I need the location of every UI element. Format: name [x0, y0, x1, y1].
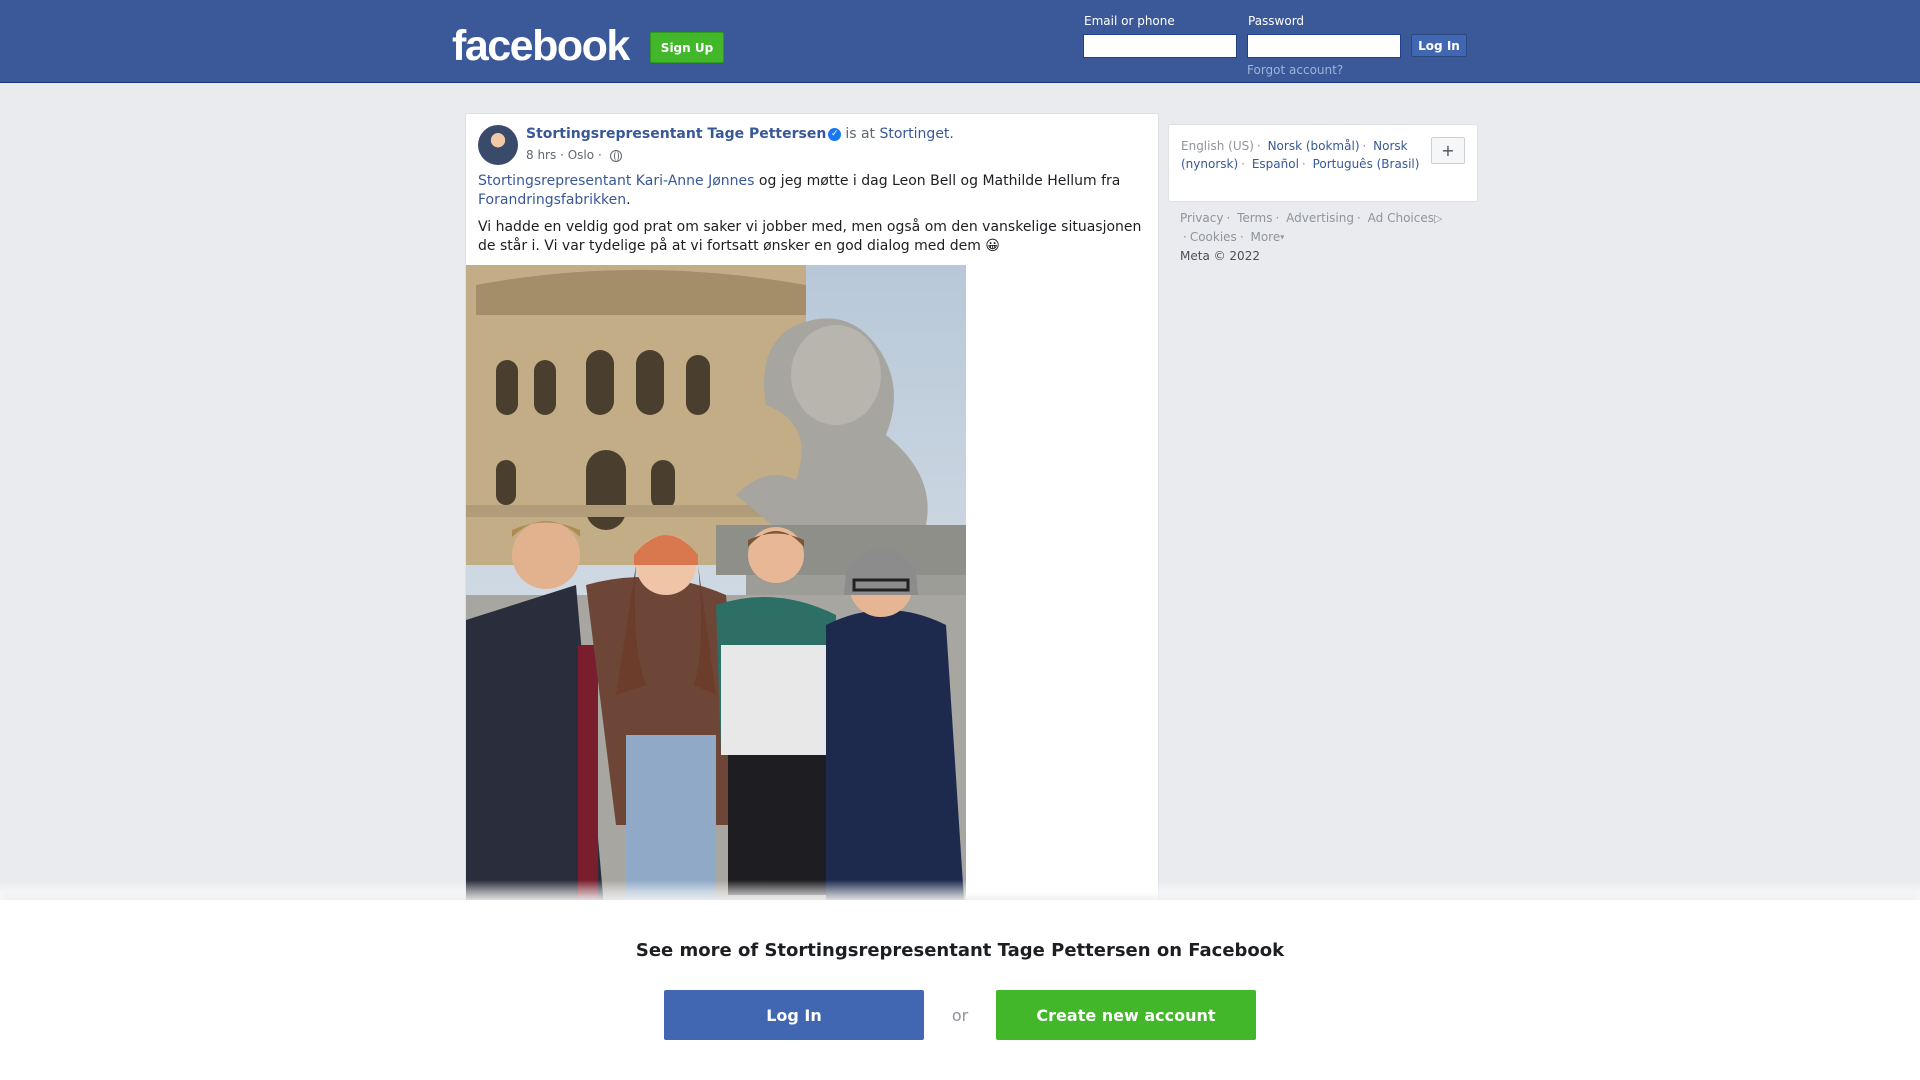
- email-field[interactable]: [1083, 34, 1237, 58]
- group-photo-image: [466, 265, 966, 930]
- footer-link-privacy[interactable]: Privacy: [1180, 211, 1223, 225]
- footer-links: Privacy · Terms · Advertising · Ad Choices▷…: [1180, 211, 1443, 263]
- meta-separator: ·: [560, 148, 564, 162]
- password-field[interactable]: [1247, 34, 1401, 58]
- copyright-text: Meta © 2022: [1180, 248, 1260, 263]
- post-timestamp[interactable]: 8 hrs: [526, 148, 556, 162]
- create-account-button[interactable]: Create new account: [996, 990, 1256, 1040]
- forgot-account-link[interactable]: Forgot account?: [1247, 63, 1343, 77]
- content-fade-overlay: [0, 880, 1920, 900]
- language-option-portugues[interactable]: Português (Brasil): [1313, 157, 1420, 171]
- post-header: Stortingsrepresentant Tage Pettersen ✓ is …: [526, 126, 954, 142]
- ad-choices-icon: ▷: [1433, 212, 1443, 225]
- or-separator: or: [951, 1006, 969, 1025]
- post-text-paragraph-2: Vi hadde en veldig god prat om saker vi …: [478, 219, 1142, 254]
- sign-up-button[interactable]: Sign Up: [650, 32, 724, 63]
- organization-link[interactable]: Forandringsfabrikken: [478, 192, 626, 208]
- post-photo[interactable]: [466, 265, 966, 930]
- avatar[interactable]: [478, 125, 518, 165]
- mention-link[interactable]: Stortingsrepresentant Kari-Anne Jønnes: [478, 173, 754, 189]
- footer-link-ad-choices[interactable]: Ad Choices: [1368, 211, 1434, 225]
- email-label: Email or phone: [1084, 14, 1175, 28]
- footer-link-terms[interactable]: Terms: [1237, 211, 1272, 225]
- language-option-espanol[interactable]: Español: [1252, 157, 1299, 171]
- more-languages-button[interactable]: +: [1431, 137, 1465, 164]
- password-label: Password: [1248, 14, 1305, 28]
- post-place[interactable]: Oslo: [568, 148, 594, 162]
- caret-down-icon: ▾: [1280, 232, 1285, 242]
- footer-link-cookies[interactable]: Cookies: [1190, 230, 1237, 244]
- footer-link-more[interactable]: More: [1250, 230, 1280, 244]
- facebook-logo[interactable]: facebook: [452, 22, 630, 71]
- language-list: English (US) · Norsk (bokmål) · Norsk (nyn…: [1181, 139, 1420, 171]
- location-link[interactable]: Stortinget.: [879, 126, 953, 142]
- footer-link-advertising[interactable]: Advertising: [1286, 211, 1354, 225]
- login-prompt-bar: See more of Stortingsrepresentant Tage P…: [0, 900, 1920, 1080]
- author-name-link[interactable]: Stortingsrepresentant Tage Pettersen: [526, 126, 826, 142]
- login-button[interactable]: Log In: [664, 990, 924, 1040]
- post-text-paragraph-1: Stortingsrepresentant Kari-Anne Jønnes o…: [478, 172, 1143, 210]
- verified-badge-icon: ✓: [828, 127, 842, 141]
- language-current: English (US): [1181, 139, 1254, 153]
- post-meta: 8 hrs · Oslo ·: [526, 148, 622, 162]
- top-navigation-bar: facebook Sign Up Email or phone Password…: [0, 0, 1920, 83]
- language-selector-card: English (US) · Norsk (bokmål) · Norsk (nyn…: [1168, 124, 1478, 202]
- language-option-norsk-bokmal[interactable]: Norsk (bokmål): [1268, 139, 1360, 153]
- meta-separator: ·: [597, 148, 602, 162]
- is-at-text: is at: [845, 126, 876, 142]
- globe-icon: [609, 149, 622, 162]
- login-prompt-title: See more of Stortingsrepresentant Tage P…: [635, 940, 1285, 961]
- header-login-button[interactable]: Log In: [1411, 34, 1467, 57]
- post-text-segment: og jeg møtte i dag Leon Bell og Mathilde…: [754, 173, 1121, 189]
- post-text-period: .: [626, 192, 631, 208]
